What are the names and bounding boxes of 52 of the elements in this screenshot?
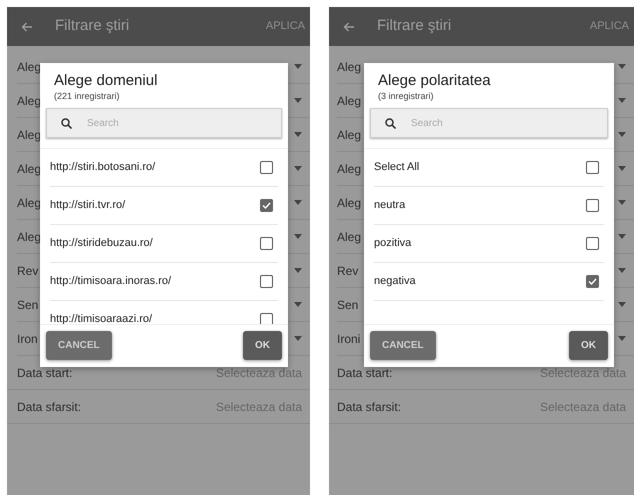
filter-label: Iron — [17, 330, 38, 348]
cancel-button[interactable]: CANCEL — [370, 331, 436, 360]
filter-label: Aleg — [337, 228, 362, 246]
option-row[interactable]: http://stiri.tvr.ro/ — [50, 187, 278, 225]
filter-label: Sen — [337, 296, 358, 314]
record-count: (221 inregistrari) — [54, 90, 121, 103]
filter-label: Rev — [337, 262, 358, 280]
filter-label: Aleg — [17, 228, 42, 246]
dialog-title: Alege polaritatea — [378, 73, 492, 90]
filter-label: Aleg — [337, 160, 362, 178]
filter-label: Aleg — [17, 194, 42, 212]
ok-button[interactable]: OK — [243, 331, 282, 360]
filter-label: Sen — [17, 296, 38, 314]
option-row[interactable]: http://stiri.botosani.ro/ — [50, 149, 278, 187]
app-bar-title: Filtrare ştiri — [55, 16, 130, 36]
filter-label: Data sfarsit: — [17, 398, 82, 416]
filter-label: Ironi — [337, 330, 360, 348]
option-label: Select All — [374, 160, 420, 176]
filter-label: Aleg — [17, 92, 42, 110]
filter-label: Aleg — [17, 126, 42, 144]
filter-label: Aleg — [337, 194, 362, 212]
filter-label: Data start: — [17, 364, 72, 382]
filter-label: Aleg — [337, 92, 362, 110]
cancel-button[interactable]: CANCEL — [46, 331, 112, 360]
ok-button[interactable]: OK — [569, 331, 608, 360]
option-row[interactable]: http://stiridebuzau.ro/ — [50, 225, 278, 263]
filter-label: Aleg — [337, 126, 362, 144]
filter-label: Aleg — [17, 58, 42, 76]
option-row[interactable]: pozitiva — [374, 225, 604, 263]
apply-button[interactable]: APLICA — [588, 17, 630, 36]
option-label: http://stiri.botosani.ro/ — [50, 160, 156, 176]
app-bar-title: Filtrare ştiri — [377, 16, 452, 36]
option-label: http://stiri.tvr.ro/ — [50, 198, 126, 214]
search-field[interactable]: Search — [46, 108, 282, 138]
option-row[interactable]: negativa — [374, 263, 604, 301]
apply-button[interactable]: APLICA — [264, 17, 306, 36]
search-field[interactable]: Search — [370, 108, 608, 138]
record-count: (3 inregistrari) — [378, 90, 435, 103]
option-label: pozitiva — [374, 236, 412, 252]
option-label: http://timisoara.inoras.ro/ — [50, 274, 172, 290]
option-label: negativa — [374, 274, 416, 290]
option-row[interactable]: neutra — [374, 187, 604, 225]
filter-label: Aleg — [17, 160, 42, 178]
option-row[interactable]: Select All — [374, 149, 604, 187]
filter-label: Rev — [17, 262, 38, 280]
option-row[interactable]: http://timisoara.inoras.ro/ — [50, 263, 278, 301]
dialog-title: Alege domeniul — [54, 73, 158, 90]
filter-label: Aleg — [337, 58, 362, 76]
filter-label: Data sfarsit: — [337, 398, 402, 416]
filter-label: Data start: — [337, 364, 392, 382]
option-label: neutra — [374, 198, 406, 214]
option-label: http://stiridebuzau.ro/ — [50, 236, 153, 252]
